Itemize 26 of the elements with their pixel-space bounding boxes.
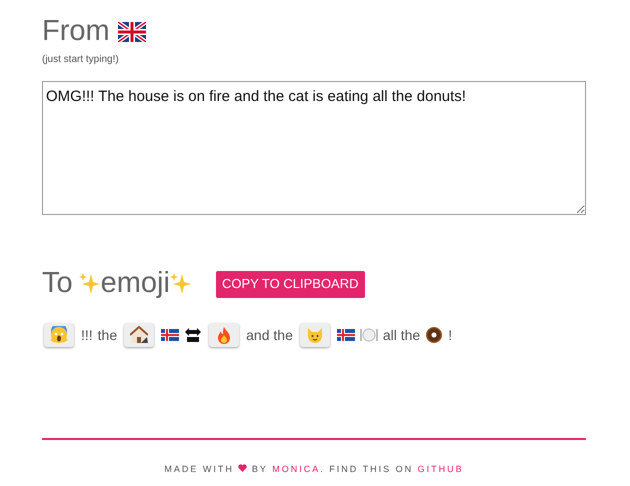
- output-text: !: [448, 326, 452, 344]
- input-field[interactable]: OMG!!! The house is on fire and the cat is eating all the donuts!: [42, 81, 586, 215]
- copy-button[interactable]: COPY TO CLIPBOARD: [216, 270, 364, 298]
- output-text: and the: [246, 326, 293, 344]
- footer-link[interactable]: GITHUB: [418, 464, 464, 474]
- cat-face-icon: [306, 326, 324, 344]
- flag-icon: [118, 22, 146, 42]
- plate-icon: [360, 326, 378, 344]
- section-title: From: [42, 14, 110, 50]
- output-text: !!!: [81, 326, 93, 344]
- output-text: the: [98, 326, 118, 344]
- flag-icon: [336, 326, 355, 344]
- heart-icon: [238, 464, 248, 472]
- emoji-chip[interactable]: [124, 323, 154, 347]
- output-text: all the: [382, 326, 420, 344]
- sparkles-icon: [78, 272, 101, 296]
- hint-text: (just start typing!): [42, 53, 120, 67]
- donut-icon: [425, 326, 444, 344]
- section-title: To: [42, 266, 73, 302]
- sparkles-icon: [170, 272, 192, 296]
- flag-icon: [161, 326, 180, 344]
- footer-link[interactable]: MONICA: [272, 464, 320, 474]
- footer-credit: MADE WITH BY MONICA. FIND THIS ON GITHUB: [163, 463, 465, 476]
- section-title: emoji: [100, 266, 170, 302]
- emoji-chip[interactable]: [44, 323, 74, 347]
- scream-face-icon: [50, 326, 68, 344]
